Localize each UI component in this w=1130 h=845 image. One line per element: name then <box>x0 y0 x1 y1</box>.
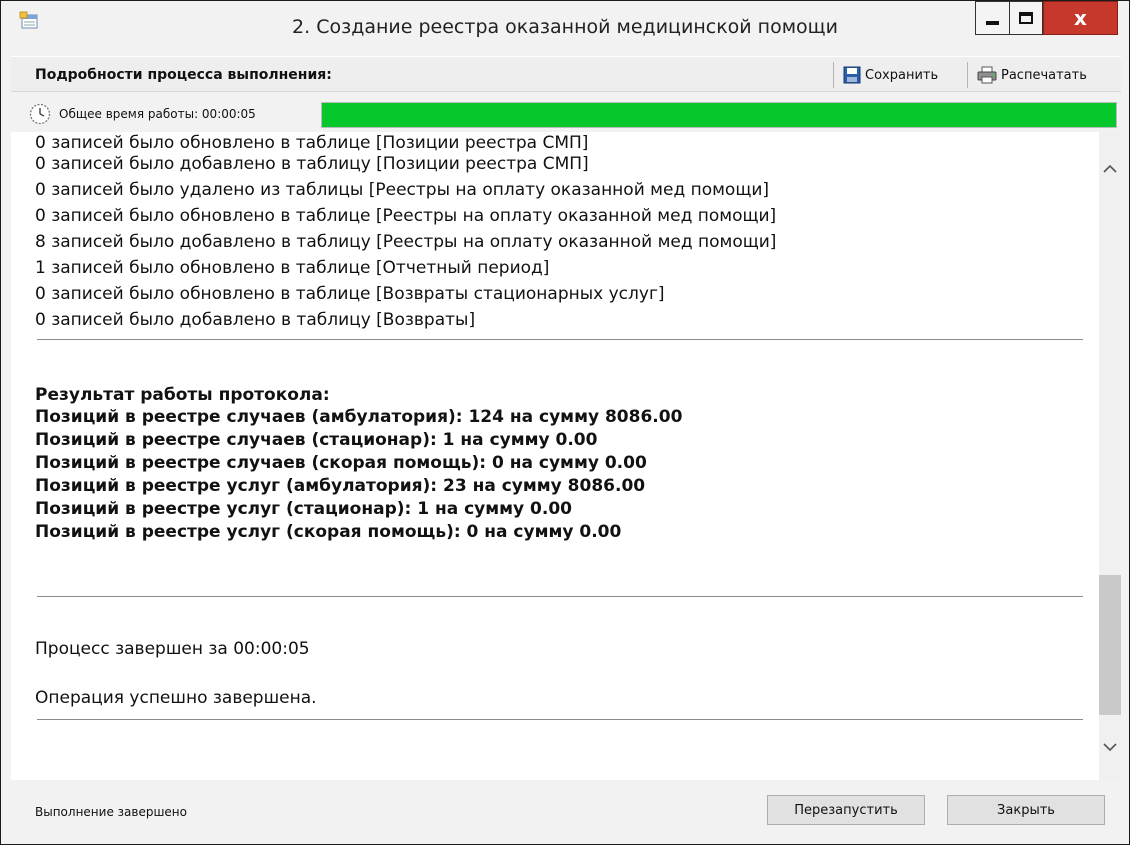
log-line: 0 записей было обновлено в таблице [Возв… <box>35 284 665 304</box>
vertical-scrollbar[interactable] <box>1099 132 1121 780</box>
scroll-thumb[interactable] <box>1099 575 1121 715</box>
toolbar-separator <box>833 62 834 88</box>
clock-icon <box>29 103 51 125</box>
window-title: 2. Создание реестра оказанной медицинско… <box>292 16 838 38</box>
minimize-icon <box>986 21 999 25</box>
process-complete-line: Процесс завершен за 00:00:05 <box>35 639 310 659</box>
chevron-up-icon <box>1103 164 1117 173</box>
time-row: Общее время работы: 00:00:05 <box>27 99 1121 129</box>
scroll-down-button[interactable] <box>1099 732 1121 762</box>
save-label: Сохранить <box>865 67 939 83</box>
log-line: 0 записей было добавлено в таблицу [Возв… <box>35 310 476 330</box>
save-icon <box>843 66 861 84</box>
restart-button[interactable]: Перезапустить <box>767 795 925 825</box>
progress-fill <box>322 103 1116 127</box>
result-title: Результат работы протокола: <box>35 385 330 405</box>
printer-icon <box>977 66 997 84</box>
log-line: 1 записей было обновлено в таблице [Отче… <box>35 258 550 278</box>
elapsed-time-label: Общее время работы: 00:00:05 <box>59 107 256 121</box>
log-line: 0 записей было обновлено в таблице [Пози… <box>35 133 589 153</box>
print-label: Распечатать <box>1001 67 1087 83</box>
close-window-button[interactable]: x <box>1043 1 1118 35</box>
close-icon: x <box>1074 6 1087 30</box>
log-line: 8 записей было добавлено в таблицу [Реес… <box>35 232 777 252</box>
log-line: 0 записей было обновлено в таблице [Реес… <box>35 206 777 226</box>
title-bar[interactable]: 2. Создание реестра оказанной медицинско… <box>1 1 1129 51</box>
log-line: 0 записей было добавлено в таблицу [Пози… <box>35 154 589 174</box>
details-label: Подробности процесса выполнения: <box>35 67 332 83</box>
save-button[interactable]: Сохранить <box>843 63 938 87</box>
result-line: Позиций в реестре случаев (стационар): 1… <box>35 430 598 450</box>
result-line: Позиций в реестре случаев (скорая помощь… <box>35 453 647 473</box>
progress-bar <box>321 102 1117 128</box>
operation-success-line: Операция успешно завершена. <box>35 688 317 708</box>
log-divider <box>37 719 1083 720</box>
result-line: Позиций в реестре услуг (скорая помощь):… <box>35 522 622 542</box>
minimize-button[interactable] <box>975 1 1009 35</box>
chevron-down-icon <box>1103 743 1117 752</box>
toolbar-separator <box>967 62 968 88</box>
dialog-window: 2. Создание реестра оказанной медицинско… <box>0 0 1130 845</box>
log-line: 0 записей было удалено из таблицы [Реест… <box>35 180 770 200</box>
result-line: Позиций в реестре случаев (амбулатория):… <box>35 407 683 427</box>
scroll-up-button[interactable] <box>1099 154 1121 184</box>
status-text: Выполнение завершено <box>35 805 187 819</box>
log-divider <box>37 596 1083 597</box>
print-button[interactable]: Распечатать <box>977 63 1087 87</box>
log-view[interactable]: 0 записей было обновлено в таблице [Пози… <box>11 132 1099 780</box>
close-button[interactable]: Закрыть <box>947 795 1105 825</box>
result-line: Позиций в реестре услуг (амбулатория): 2… <box>35 476 646 496</box>
maximize-icon <box>1019 12 1033 24</box>
result-line: Позиций в реестре услуг (стационар): 1 н… <box>35 499 572 519</box>
maximize-button[interactable] <box>1009 1 1043 35</box>
log-divider <box>37 339 1083 340</box>
details-header: Подробности процесса выполнения: Сохрани… <box>11 56 1121 92</box>
